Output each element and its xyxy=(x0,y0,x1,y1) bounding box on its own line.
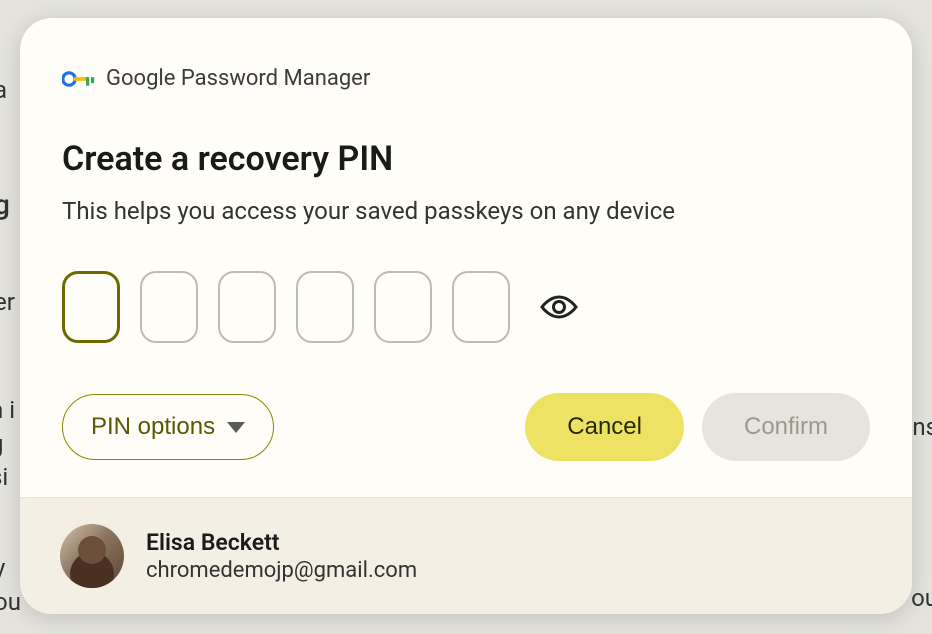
pin-digit-4[interactable] xyxy=(296,271,354,343)
toggle-visibility-button[interactable] xyxy=(534,289,584,325)
background-text: n igsi xyxy=(0,394,15,495)
actions-row: PIN options Cancel Confirm xyxy=(62,393,870,461)
app-title: Google Password Manager xyxy=(106,66,370,91)
pin-digit-5[interactable] xyxy=(374,271,432,343)
eye-icon xyxy=(538,293,580,321)
confirm-button[interactable]: Confirm xyxy=(702,393,870,461)
dialog-buttons: Cancel Confirm xyxy=(525,393,870,461)
pin-digit-3[interactable] xyxy=(218,271,276,343)
user-name: Elisa Beckett xyxy=(146,529,417,556)
background-text: ns xyxy=(912,413,932,441)
cancel-button[interactable]: Cancel xyxy=(525,393,684,461)
dialog-body: Google Password Manager Create a recover… xyxy=(20,18,912,497)
dialog-title: Create a recovery PIN xyxy=(62,139,870,179)
background-text: a xyxy=(0,76,7,104)
background-text: ou xyxy=(911,584,932,612)
pin-digit-2[interactable] xyxy=(140,271,198,343)
pin-digit-6[interactable] xyxy=(452,271,510,343)
pin-options-button[interactable]: PIN options xyxy=(62,394,274,460)
pin-digit-1[interactable] xyxy=(62,271,120,343)
account-footer: Elisa Beckett chromedemojp@gmail.com xyxy=(20,497,912,614)
background-text: you xyxy=(0,552,21,619)
user-avatar xyxy=(60,524,124,588)
background-text: g xyxy=(0,188,10,221)
user-email: chromedemojp@gmail.com xyxy=(146,558,417,583)
dialog-subtitle: This helps you access your saved passkey… xyxy=(62,197,870,225)
pin-input-row xyxy=(62,271,870,343)
password-manager-key-icon xyxy=(62,70,92,88)
user-info: Elisa Beckett chromedemojp@gmail.com xyxy=(146,529,417,583)
recovery-pin-dialog: Google Password Manager Create a recover… xyxy=(20,18,912,614)
chevron-down-icon xyxy=(227,422,245,433)
background-text: er xyxy=(0,288,15,316)
pin-options-label: PIN options xyxy=(91,413,215,441)
dialog-header: Google Password Manager xyxy=(62,66,870,91)
